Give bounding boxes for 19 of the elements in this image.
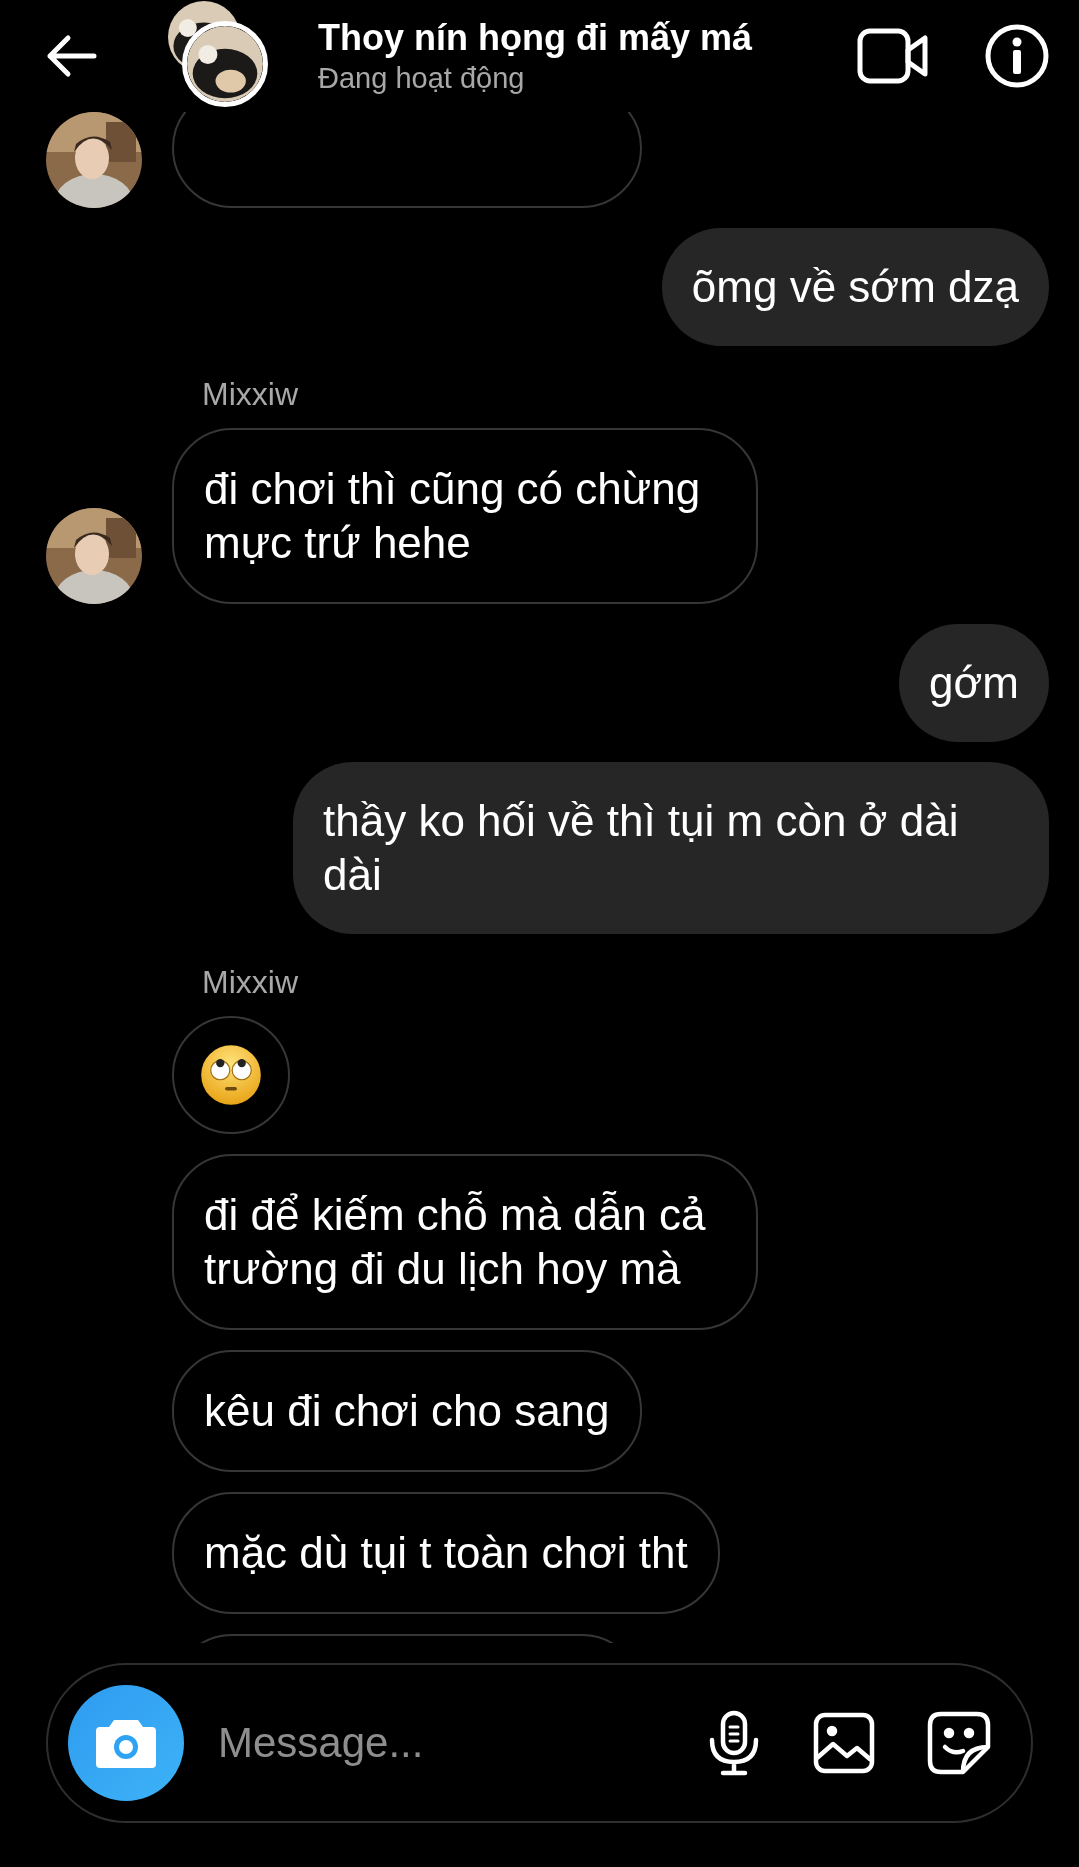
message-bubble: đi để kiếm chỗ mà dẫn cả trường đi du lịch hoy mà bbox=[172, 1154, 758, 1330]
message-bubble: gớm bbox=[899, 624, 1049, 742]
image-icon[interactable] bbox=[813, 1712, 875, 1774]
back-icon[interactable] bbox=[46, 34, 98, 78]
message-bubble: õmg về sớm dzạ bbox=[661, 228, 1049, 346]
activity-status: Đang hoạt động bbox=[318, 61, 526, 96]
message-input[interactable]: Message... bbox=[216, 1718, 655, 1768]
message-bubble: mặc dù tụi t toàn chơi tht bbox=[172, 1492, 720, 1614]
info-icon[interactable] bbox=[985, 24, 1049, 88]
message-bubble: thầy ko hối về thì tụi m còn ở dài dài bbox=[293, 762, 1049, 934]
sender-name: Mixxiw bbox=[202, 964, 299, 1000]
sticker-icon[interactable] bbox=[927, 1711, 991, 1775]
video-call-icon[interactable] bbox=[857, 28, 929, 84]
message-bubble: đi chơi thì cũng có chừng mực trứ hehe bbox=[172, 428, 758, 604]
microphone-icon[interactable] bbox=[707, 1710, 761, 1776]
sender-name: Mixxiw bbox=[202, 376, 299, 412]
face-rolling-eyes-icon bbox=[200, 1044, 262, 1106]
chat-title: Thoy nín họng đi mấy má bbox=[318, 16, 754, 60]
message-bubble: kêu đi chơi cho sang bbox=[172, 1350, 642, 1472]
